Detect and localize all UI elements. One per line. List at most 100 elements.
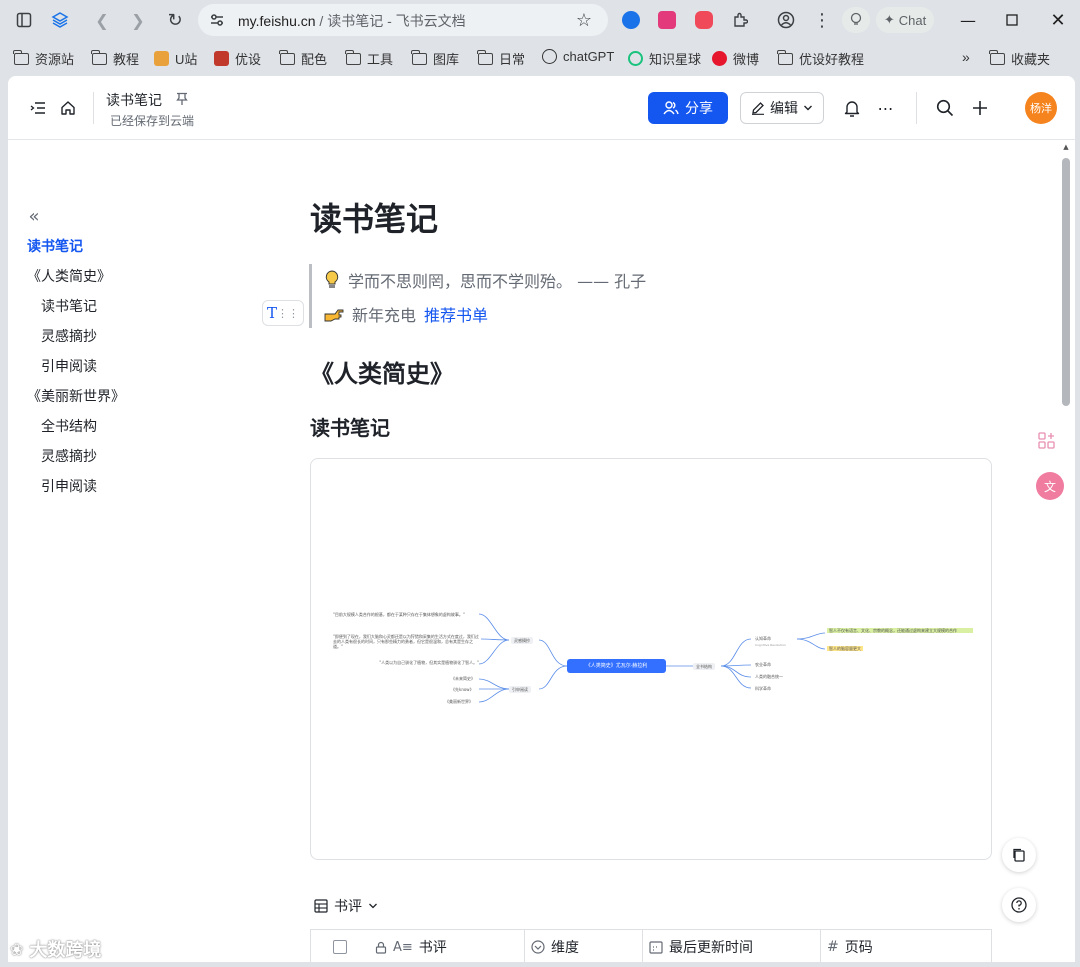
tips-bulb-icon[interactable]	[842, 7, 870, 33]
doc-heading-3[interactable]: 读书笔记	[310, 412, 390, 441]
select-all-checkbox[interactable]	[311, 930, 369, 962]
bookmark-star-icon[interactable]: ☆	[574, 10, 594, 31]
more-options-icon[interactable]: ⋯	[876, 98, 896, 118]
profile-icon[interactable]	[776, 10, 796, 30]
column-header[interactable]: # 页码	[821, 930, 993, 962]
close-icon[interactable]: ✕	[1046, 8, 1070, 32]
mindmap-note[interactable]: 智人不仅有语言、文化、宗教的概念，还能通过虚构来建立大规模的合作	[827, 628, 973, 633]
column-header[interactable]: 最后更新时间	[643, 930, 821, 962]
ai-widgets-icon[interactable]	[1034, 428, 1060, 454]
bookmark-folder[interactable]: 优设好教程	[777, 49, 864, 68]
bookmark-folder-favorites[interactable]: 收藏夹	[989, 49, 1050, 68]
quote-bar	[309, 264, 312, 328]
back-icon[interactable]: ❮	[92, 10, 112, 30]
mindmap-quote[interactable]: "即便到了现在，我们大脑和心灵都还是以为狩猎和采集的生活方式在度过，我们过去的人…	[333, 634, 479, 649]
outline-item[interactable]: 《人类简史》	[27, 266, 111, 286]
bookmark-folder[interactable]: 图库	[411, 49, 459, 68]
pin-icon[interactable]	[174, 90, 190, 108]
copy-page-button[interactable]	[1002, 838, 1036, 872]
edit-mode-button[interactable]: 编辑	[740, 92, 824, 124]
mindmap-book[interactable]: 《美丽新世界》	[445, 699, 473, 704]
bookmark-link[interactable]: U站	[154, 49, 197, 68]
bookmark-folder[interactable]: 日常	[477, 49, 525, 68]
outline-item[interactable]: 读书笔记	[27, 236, 83, 256]
mindmap-branch[interactable]: 灵感摘抄	[511, 637, 533, 644]
mindmap-item[interactable]: 科学革命	[755, 686, 771, 691]
doc-title[interactable]: 读书笔记	[106, 90, 162, 110]
mindmap-branch[interactable]: 引申阅读	[509, 686, 531, 693]
bookmark-link[interactable]: chatGPT	[542, 49, 614, 64]
bookmark-link[interactable]: 知识星球	[628, 49, 701, 68]
mindmap-root[interactable]: 《人类简史》尤瓦尔·赫拉利	[567, 659, 666, 673]
weibo-icon	[712, 51, 727, 66]
mindmap-quote[interactable]: "目前大规模人类合作的根基，都在于某种只存在于集体想象的虚构故事。"	[333, 612, 479, 617]
notification-bell-icon[interactable]	[842, 98, 862, 118]
mindmap-item[interactable]: 人类的融合统一	[755, 674, 783, 679]
bookmark-folder[interactable]: 教程	[91, 49, 139, 68]
mindmap-item[interactable]: 认知革命	[755, 636, 771, 641]
chat-icon: ✦	[883, 12, 895, 27]
mindmap-block[interactable]: 《人类简史》尤瓦尔·赫拉利 灵感摘抄 引申阅读 "目前大规模人类合作的根基，都在…	[310, 458, 992, 860]
maximize-icon[interactable]	[1000, 8, 1024, 32]
folder-icon	[345, 49, 361, 65]
scroll-up-icon[interactable]: ▲	[1060, 142, 1072, 152]
folder-icon	[777, 49, 793, 65]
outline-item[interactable]: 读书笔记	[41, 296, 97, 316]
outline-item[interactable]: 《美丽新世界》	[27, 386, 125, 406]
bitable-view-selector[interactable]: 书评	[314, 896, 378, 916]
mindmap-book[interactable]: 《未来简史》	[451, 676, 475, 681]
address-bar[interactable]: my.feishu.cn / 读书笔记 - 飞书云文档 ☆	[198, 4, 608, 36]
copy-icon	[1013, 848, 1025, 862]
bookmark-folder[interactable]: 资源站	[13, 49, 74, 68]
extension-translate-icon[interactable]	[658, 11, 676, 29]
column-header[interactable]: A≡ 书评	[369, 930, 525, 962]
chat-button[interactable]: ✦ Chat	[876, 7, 934, 33]
outline-toggle-icon[interactable]	[28, 98, 48, 118]
doc-heading-2[interactable]: 《人类简史》	[310, 354, 454, 389]
lightbulb-icon	[325, 270, 339, 288]
feishu-doc-page: 读书笔记 已经保存到云端 分享 编辑 ⋯ 杨洋 « 读书笔记 《人类简史》 读书…	[8, 76, 1075, 962]
recommend-list-link[interactable]: 推荐书单	[424, 302, 488, 326]
home-icon[interactable]	[58, 98, 78, 118]
bookmark-link[interactable]: 微博	[712, 49, 759, 68]
extension-red-icon[interactable]	[695, 11, 713, 29]
block-type-handle[interactable]: T ⋮⋮	[262, 300, 304, 326]
translate-float-icon[interactable]: 文	[1036, 472, 1064, 500]
quote-line[interactable]: 学而不思则罔，思而不学则殆。 —— 孔子	[324, 268, 646, 292]
more-bookmarks-icon[interactable]: »	[962, 49, 970, 65]
share-button[interactable]: 分享	[648, 92, 728, 124]
extension-blue-icon[interactable]	[622, 11, 640, 29]
help-button[interactable]	[1002, 888, 1036, 922]
bookmark-link[interactable]: 优设	[214, 49, 261, 68]
outline-item[interactable]: 灵感摘抄	[41, 326, 97, 346]
doc-heading-1[interactable]: 读书笔记	[310, 194, 438, 240]
scrollbar-thumb[interactable]	[1062, 158, 1070, 406]
bookmark-folder[interactable]: 配色	[279, 49, 327, 68]
forward-icon[interactable]: ❯	[128, 10, 148, 30]
folder-icon	[279, 49, 295, 65]
mindmap-branch[interactable]: 全书结构	[693, 663, 715, 670]
mindmap-item[interactable]: 农业革命	[755, 662, 771, 667]
layers-icon[interactable]	[50, 10, 70, 30]
outline-item[interactable]: 引申阅读	[41, 356, 97, 376]
mindmap-quote[interactable]: "人类以为自己驯化了植物，但其实是植物驯化了智人。"	[359, 660, 479, 665]
outline-item[interactable]: 灵感摘抄	[41, 446, 97, 466]
outline-item[interactable]: 引申阅读	[41, 476, 97, 496]
sidebar-toggle-icon[interactable]	[14, 10, 34, 30]
extensions-puzzle-icon[interactable]	[730, 10, 750, 30]
add-icon[interactable]	[970, 98, 990, 118]
menu-kebab-icon[interactable]: ⋮	[812, 10, 832, 31]
bookmark-folder[interactable]: 工具	[345, 49, 393, 68]
search-icon[interactable]	[935, 98, 955, 118]
mindmap-note[interactable]: 智人的脑容量更大	[827, 646, 863, 651]
reload-icon[interactable]: ↻	[164, 9, 186, 31]
quote-line[interactable]: 新年充电 推荐书单	[324, 302, 488, 326]
outline-item[interactable]: 全书结构	[41, 416, 97, 436]
site-settings-icon[interactable]	[208, 11, 226, 29]
watermark: ❀ 大数跨境	[10, 939, 102, 962]
mindmap-book[interactable]: 《先know》	[451, 687, 474, 692]
user-avatar[interactable]: 杨洋	[1025, 92, 1057, 124]
collapse-outline-icon[interactable]: «	[24, 206, 44, 227]
column-header[interactable]: 维度	[525, 930, 643, 962]
minimize-icon[interactable]: —	[956, 8, 980, 32]
